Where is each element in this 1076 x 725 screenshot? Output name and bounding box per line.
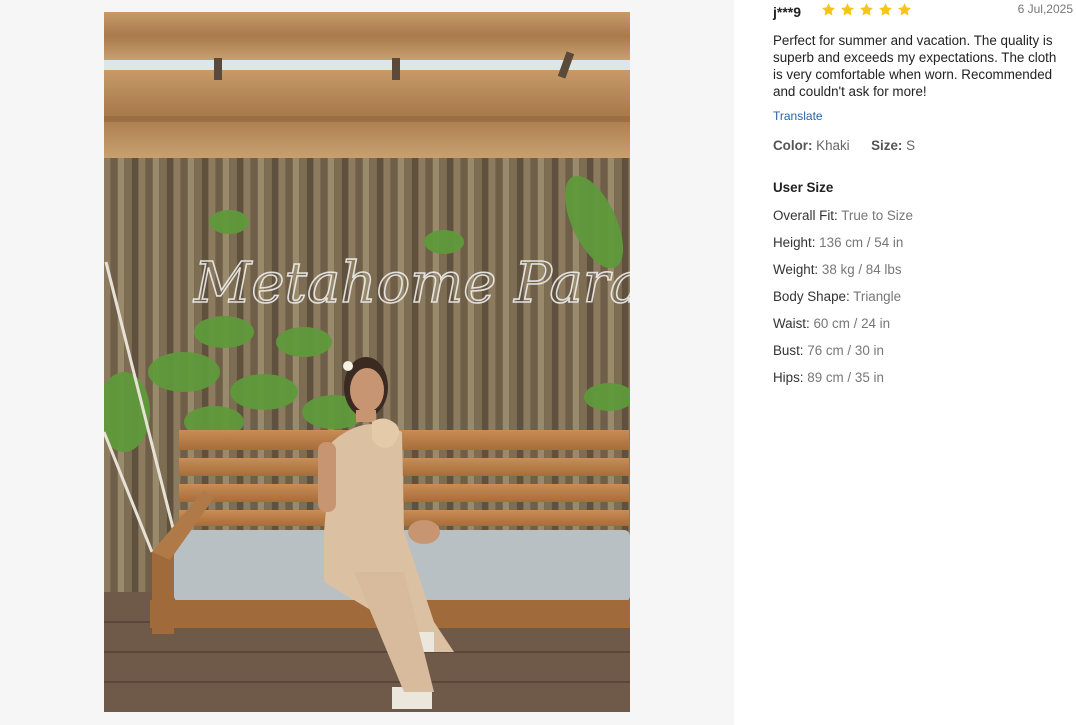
size-label: Size:	[871, 138, 903, 153]
translate-link[interactable]: Translate	[773, 109, 823, 123]
size-value: 136 cm / 54 in	[819, 235, 904, 250]
size-row-bust: Bust: 76 cm / 30 in	[773, 342, 913, 369]
neon-sign: Metahome Paradise	[193, 251, 630, 316]
size-row-waist: Waist: 60 cm / 24 in	[773, 315, 913, 342]
size-value: S	[906, 138, 916, 153]
size-key: Waist:	[773, 316, 810, 331]
size-row-overall-fit: Overall Fit: True to Size	[773, 207, 913, 234]
review-photo-illustration: Metahome Paradise	[104, 12, 630, 712]
purchase-attributes: Color: Khaki Size: S	[773, 138, 915, 153]
user-size-title: User Size	[773, 180, 834, 195]
size-key: Body Shape:	[773, 289, 850, 304]
size-value: Triangle	[853, 289, 902, 304]
star-icon	[860, 3, 873, 16]
size-row-weight: Weight: 38 kg / 84 lbs	[773, 261, 913, 288]
photo-panel: Metahome Paradise	[0, 0, 734, 725]
star-icon	[822, 3, 835, 16]
size-row-body-shape: Body Shape: Triangle	[773, 288, 913, 315]
review-photo[interactable]: Metahome Paradise	[104, 12, 630, 712]
size-row-hips: Hips: 89 cm / 35 in	[773, 369, 913, 396]
size-key: Hips:	[773, 370, 804, 385]
size-key: Bust:	[773, 343, 804, 358]
size-value: 89 cm / 35 in	[807, 370, 884, 385]
size-key: Overall Fit:	[773, 208, 838, 223]
star-icon	[898, 3, 911, 16]
size-key: Weight:	[773, 262, 819, 277]
review-header: j***9 6 Jul,2025	[773, 2, 1073, 22]
color-label: Color:	[773, 138, 813, 153]
size-value: True to Size	[841, 208, 913, 223]
size-row-height: Height: 136 cm / 54 in	[773, 234, 913, 261]
rating-stars	[821, 2, 912, 17]
reviewer-name: j***9	[773, 4, 802, 20]
size-value: 76 cm / 30 in	[807, 343, 884, 358]
star-icon	[879, 3, 892, 16]
review-text: Perfect for summer and vacation. The qua…	[773, 33, 1057, 99]
color-value: Khaki	[816, 138, 850, 153]
star-icon	[841, 3, 854, 16]
review-date: 6 Jul,2025	[1017, 2, 1073, 16]
size-key: Height:	[773, 235, 816, 250]
user-size-list: Overall Fit: True to Size Height: 136 cm…	[773, 207, 913, 396]
size-value: 60 cm / 24 in	[813, 316, 891, 331]
review-panel: j***9 6 Jul,2025 Perfect for summer and …	[734, 0, 1076, 725]
size-value: 38 kg / 84 lbs	[821, 262, 902, 277]
